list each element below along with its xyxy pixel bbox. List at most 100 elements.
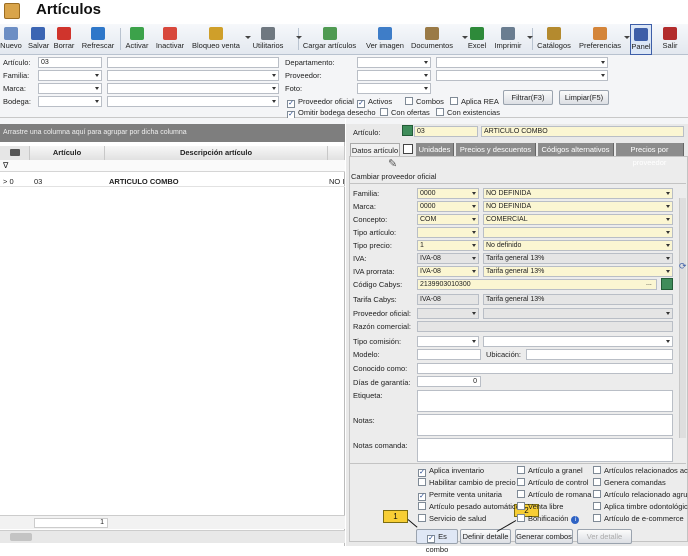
tarifa-cabys-code[interactable]: IVA-08 (417, 294, 479, 305)
option-permite-venta-unitaria[interactable]: ✓ Permite venta unitaria (418, 490, 502, 501)
articulo-desc-filter-input[interactable] (107, 57, 279, 68)
scroll-thumb[interactable] (10, 533, 32, 541)
toolbar-new-button[interactable]: Nuevo (0, 24, 22, 55)
familia-code-select[interactable]: 0000 (417, 188, 479, 199)
option-genera-comandas[interactable]: Genera comandas (593, 478, 666, 487)
toolbar-save-button[interactable]: Salvar (28, 24, 49, 55)
familia-desc-select[interactable]: NO DEFINIDA (483, 188, 673, 199)
option-artículo-de-control[interactable]: Artículo de control (517, 478, 588, 487)
grid-header-corner[interactable] (0, 146, 30, 160)
toolbar-tools-button[interactable]: Utilitarios (251, 24, 285, 55)
toolbar-catalogs-button[interactable]: Catálogos (535, 24, 573, 55)
option-aplica-timbre-odontológico[interactable]: Aplica timbre odontológico (593, 502, 688, 511)
toolbar-excel-load-button[interactable]: Cargar artículos (301, 24, 358, 55)
toolbar-print-button[interactable]: Imprimir (491, 24, 525, 55)
garantia-input[interactable]: 0 (417, 376, 481, 387)
tipo-articulo-code-select[interactable] (417, 227, 479, 238)
marca-desc-filter-select[interactable] (107, 83, 279, 94)
proveedor-oficial-desc-select[interactable] (483, 308, 673, 319)
preferencias-dropdown-chevron-icon[interactable] (624, 36, 630, 39)
tab-precios-por-proveedor[interactable]: Precios por proveedor (616, 143, 684, 167)
option-artículo-a-granel[interactable]: Artículo a granel (517, 466, 583, 475)
filter-checkbox-con-ofertas[interactable]: Con ofertas (380, 108, 430, 117)
bodega-desc-filter-select[interactable] (107, 96, 279, 107)
cabys-input[interactable]: 2139903010300 (417, 279, 657, 290)
option-bonificación[interactable]: Bonificación i (517, 514, 580, 524)
detail-vertical-scrollbar[interactable] (679, 198, 686, 438)
option-artículo-pesado-automático[interactable]: Artículo pesado automático (418, 502, 520, 511)
iva-prorrata-desc-select[interactable]: Tarifa general 13% (483, 266, 673, 277)
toolbar-refresh-button[interactable]: Refrescar (81, 24, 115, 55)
iva-prorrata-code-select[interactable]: IVA-08 (417, 266, 479, 277)
conocido-como-input[interactable] (417, 363, 673, 374)
column-header-descripcion[interactable]: Descripción artículo (105, 146, 328, 160)
column-header-articulo[interactable]: Artículo (30, 146, 105, 160)
ubicacion-input[interactable] (526, 349, 673, 360)
articulo-filter-input[interactable]: 03 (38, 57, 102, 68)
toolbar-panel-button[interactable]: Panel (630, 24, 652, 55)
bodega-filter-select[interactable] (38, 96, 102, 107)
tipo-comision-desc-select[interactable] (483, 336, 673, 347)
modelo-input[interactable] (417, 349, 481, 360)
option-artículos-relacionados-activos[interactable]: Artículos relacionados activos (593, 466, 688, 475)
option-artículo-de-romana[interactable]: Artículo de romana (517, 490, 591, 499)
iva-code-select[interactable]: IVA-08 (417, 253, 479, 264)
option-aplica-inventario[interactable]: ✓ Aplica inventario (418, 466, 484, 477)
edit-icon[interactable] (402, 125, 413, 136)
tipo-articulo-desc-select[interactable] (483, 227, 673, 238)
filter-checkbox-combos[interactable]: Combos (405, 97, 444, 106)
documentos-dropdown-chevron-icon[interactable] (462, 36, 468, 39)
filter-checkbox-activos[interactable]: ✓ Activos (357, 97, 392, 108)
ver-detalle-button[interactable]: Ver detalle (577, 529, 632, 544)
imprimir-dropdown-chevron-icon[interactable] (527, 36, 533, 39)
tarifa-cabys-desc[interactable]: Tarifa general 13% (483, 294, 673, 305)
es-combo-checkbox[interactable]: ✓ Es combo (416, 529, 458, 554)
tab-precios-y-descuentos[interactable]: Precios y descuentos (456, 143, 536, 156)
proveedor-desc-filter-select[interactable] (436, 70, 608, 81)
info-icon[interactable]: i (571, 516, 580, 524)
concepto-code-select[interactable]: COM (417, 214, 479, 225)
filter-checkbox-aplica-rea[interactable]: Aplica REA (450, 97, 499, 106)
option-venta-libre[interactable]: Venta libre (517, 502, 563, 511)
proveedor-filter-select[interactable] (357, 70, 431, 81)
concepto-desc-select[interactable]: COMERCIAL (483, 214, 673, 225)
utilitarios-dropdown-chevron-icon[interactable] (245, 36, 251, 39)
group-by-bar[interactable]: Arrastre una columna aquí para agrupar p… (0, 124, 345, 142)
marca-code-select[interactable]: 0000 (417, 201, 479, 212)
toolbar-image-button[interactable]: Ver imagen (364, 24, 406, 55)
toolbar-documents-button[interactable]: Documentos (410, 24, 454, 55)
limpiar-button[interactable]: Limpiar(F5) (559, 90, 609, 105)
proveedor-oficial-code-select[interactable] (417, 308, 479, 319)
notas-comanda-textarea[interactable] (417, 438, 673, 462)
tipo-comision-code-select[interactable] (417, 336, 479, 347)
toolbar-exit-button[interactable]: Salir (659, 24, 681, 55)
grid-horizontal-scrollbar[interactable] (0, 530, 345, 543)
cambiar-proveedor-link[interactable]: Cambiar proveedor oficial (351, 172, 436, 181)
table-row[interactable]: > 0 03 ARTICULO COMBO NO I (0, 176, 345, 187)
marca-filter-select[interactable] (38, 83, 102, 94)
familia-desc-filter-select[interactable] (107, 70, 279, 81)
detail-descripcion-input[interactable]: ARTICULO COMBO (481, 126, 684, 137)
option-servicio-de-salud[interactable]: Servicio de salud (418, 514, 486, 523)
expand-icon[interactable] (403, 144, 413, 154)
column-header-extra[interactable] (328, 146, 345, 160)
filtrar-button[interactable]: Filtrar(F3) (503, 90, 553, 105)
etiqueta-textarea[interactable] (417, 390, 673, 412)
cabys-edit-icon[interactable] (661, 278, 673, 290)
toolbar-excel-button[interactable]: Excel (466, 24, 488, 55)
tab-códigos-alternativos[interactable]: Códigos alternativos (538, 143, 614, 156)
refresh-icon[interactable]: ⟳ (679, 261, 688, 271)
departamento-desc-filter-select[interactable] (436, 57, 608, 68)
option-habilitar-cambio-de-precio[interactable]: Habilitar cambio de precio (418, 478, 516, 487)
detail-articulo-input[interactable]: 03 (414, 126, 478, 137)
departamento-filter-select[interactable] (357, 57, 431, 68)
tipo-precio-desc-select[interactable]: No definido (483, 240, 673, 251)
filter-checkbox-con-existencias[interactable]: Con existencias (436, 108, 500, 117)
tab-unidades[interactable]: Unidades (416, 143, 454, 156)
definir-detalle-button[interactable]: Definir detalle (460, 529, 511, 544)
cabys-ellipsis-button[interactable]: ... (646, 280, 652, 287)
filter-row[interactable]: ∇ (0, 160, 345, 172)
generar-combos-button[interactable]: Generar combos (515, 529, 573, 544)
option-artículo-relacionado-agrupado[interactable]: Artículo relacionado agrupado (593, 490, 688, 499)
tipo-precio-code-select[interactable]: 1 (417, 240, 479, 251)
